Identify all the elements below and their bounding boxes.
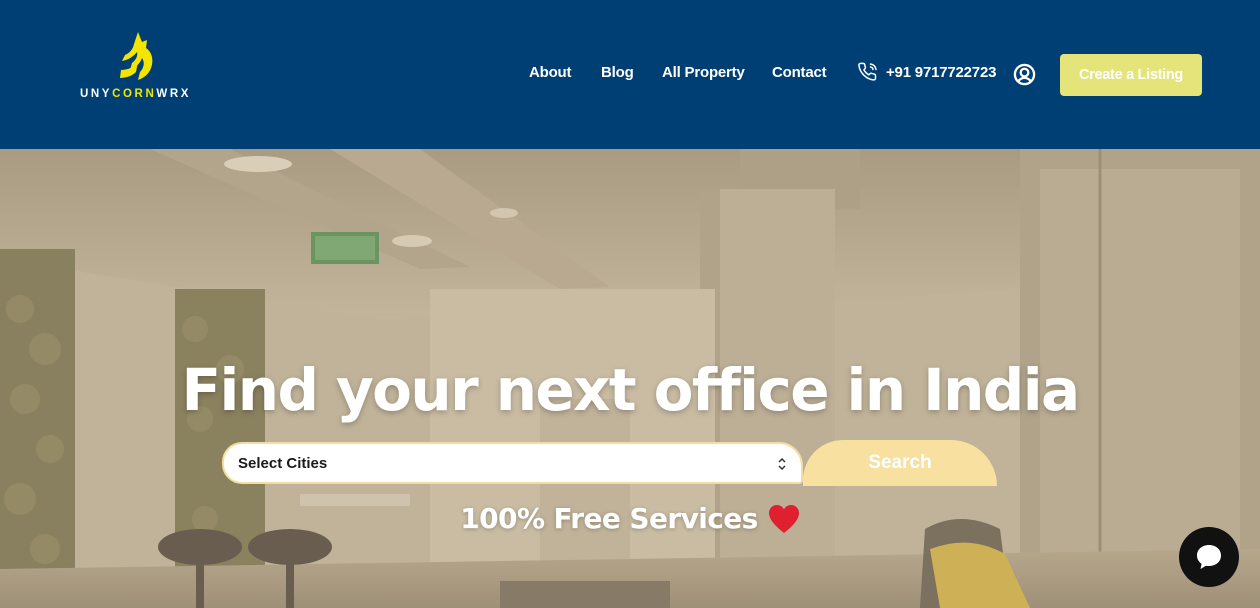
phone-number: +91 9717722723 xyxy=(886,63,997,81)
hero-section: Find your next office in India Select Ci… xyxy=(0,149,1260,608)
brand-wordmark-part2: CORN xyxy=(112,88,157,100)
brand-wordmark-part3: WRX xyxy=(156,88,191,100)
city-select-label: Select Cities xyxy=(238,454,328,472)
chat-widget-button[interactable] xyxy=(1179,527,1239,587)
nav-link-contact[interactable]: Contact xyxy=(772,62,827,84)
brand-wordmark: UNYCORNWRX xyxy=(80,88,191,100)
nav-link-all-property[interactable]: All Property xyxy=(662,62,745,84)
nav-link-about[interactable]: About xyxy=(529,62,572,84)
hero-title: Find your next office in India xyxy=(181,356,1080,424)
nav-link-blog[interactable]: Blog xyxy=(601,62,634,84)
free-services-text: 100% Free Services xyxy=(460,502,758,535)
site-header: UNYCORNWRX About Blog All Property Conta… xyxy=(0,0,1260,149)
brand-wordmark-part1: UNY xyxy=(80,88,113,100)
search-button[interactable]: Search xyxy=(803,440,997,486)
user-account-icon[interactable] xyxy=(1013,63,1036,86)
city-select[interactable]: Select Cities xyxy=(222,442,803,484)
phone-link[interactable]: +91 9717722723 xyxy=(858,62,996,82)
select-caret-icon xyxy=(778,457,786,471)
free-services-tagline: 100% Free Services xyxy=(0,502,1260,535)
phone-icon xyxy=(858,62,877,81)
heart-icon xyxy=(768,504,799,533)
chat-bubble-icon xyxy=(1197,545,1221,569)
create-listing-button[interactable]: Create a Listing xyxy=(1060,54,1202,96)
